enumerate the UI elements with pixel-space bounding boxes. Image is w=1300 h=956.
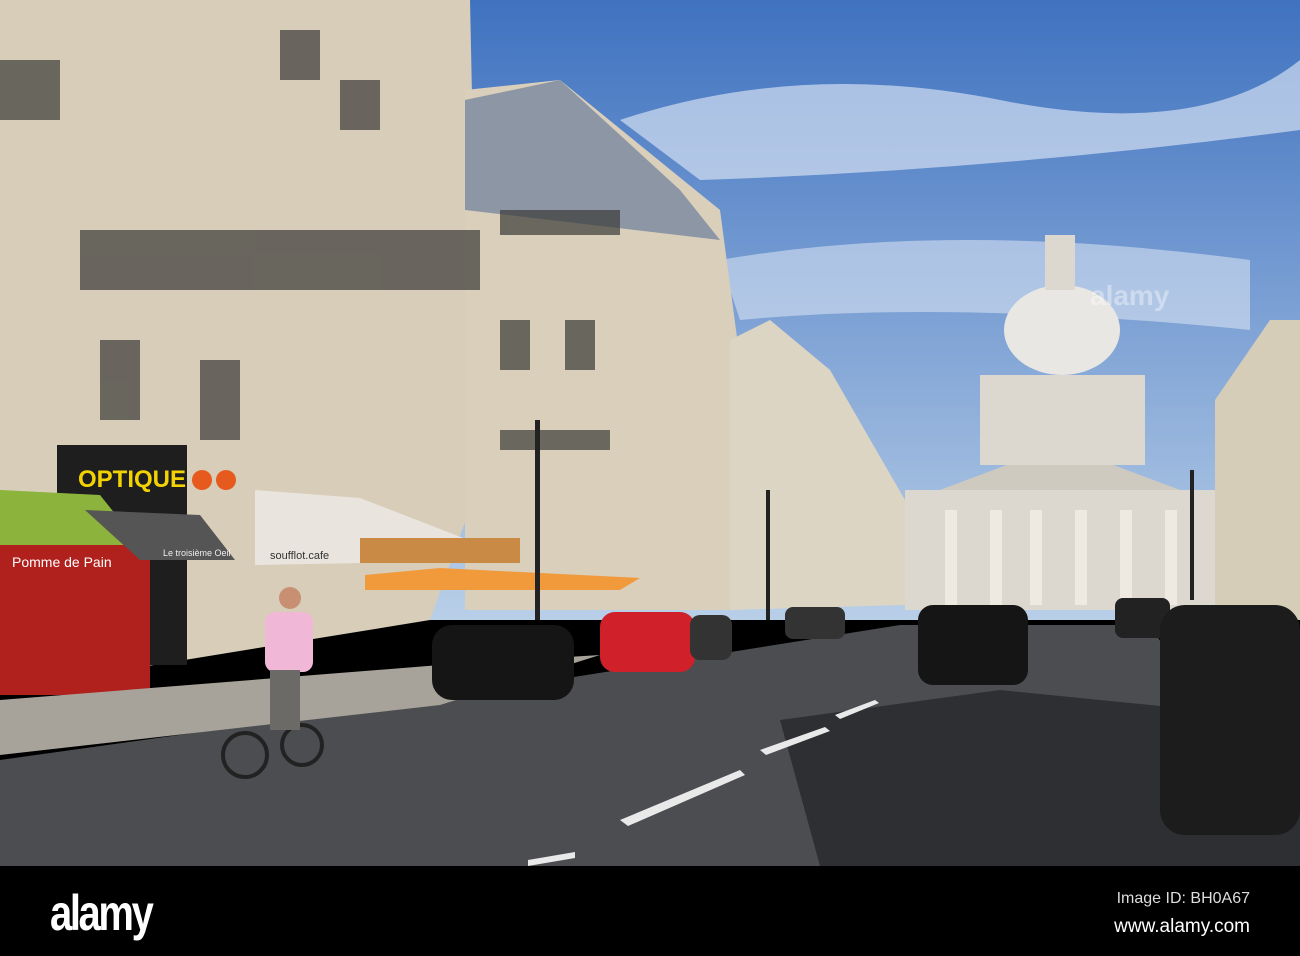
pomme-de-pain-sign: Pomme de Pain [12,554,112,570]
troisieme-oeil-sign: Le troisième Oeil [163,548,231,558]
alamy-logo: alamy [50,885,154,941]
soufflot-cafe-sign: soufflot.cafe [270,550,330,562]
watermark: alamy [1090,280,1170,311]
paris-street-scene [0,0,1300,866]
site-url: www.alamy.com [1114,916,1250,937]
footer-bar: alamy Image ID: BH0A67 www.alamy.com [0,866,1300,956]
image-id: Image ID: BH0A67 [1116,890,1250,907]
street-photo: OPTIQUE Pomme de Pain Le troisième Oeil … [0,0,1300,866]
optique-sign: OPTIQUE [78,466,187,493]
cafe-awning-band [360,538,520,563]
